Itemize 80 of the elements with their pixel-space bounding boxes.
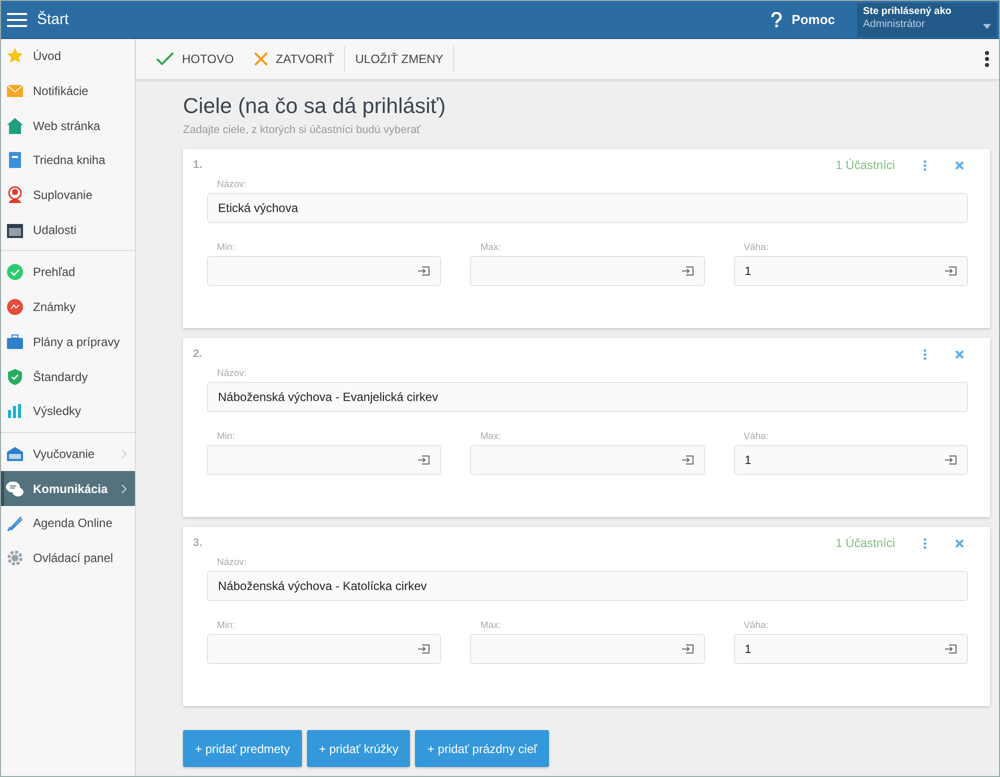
grade-circle-icon <box>6 298 24 316</box>
sidebar-item[interactable]: Výsledky <box>1 394 135 429</box>
caret-icon <box>983 24 991 28</box>
goal-number: 3. <box>193 537 202 549</box>
sidebar-item[interactable]: Prehľad <box>1 255 135 290</box>
sidebar-item[interactable]: Web stránka <box>1 108 135 144</box>
sidebar-item[interactable]: Agenda Online <box>1 506 135 541</box>
check-circle-icon <box>6 263 24 282</box>
star-icon <box>6 47 24 66</box>
done-button[interactable]: HOTOVO <box>146 43 244 75</box>
field-label: Max: <box>480 620 502 631</box>
app-title: Štart <box>37 11 69 28</box>
person-icon <box>6 186 24 204</box>
field-label: Váha: <box>744 242 770 253</box>
close-button[interactable]: ZATVORIŤ <box>244 43 344 75</box>
weight-field[interactable]: 1 <box>734 256 968 286</box>
sidebar-item[interactable]: Notifikácie <box>1 74 135 108</box>
more-options-icon[interactable] <box>985 51 989 67</box>
field-label: Min: <box>217 431 236 442</box>
notebook-icon <box>6 151 24 170</box>
enter-icon[interactable] <box>680 266 694 276</box>
field-label: Min: <box>217 242 236 253</box>
enter-icon[interactable] <box>417 455 430 465</box>
sidebar-item[interactable]: Štandardy <box>1 359 135 394</box>
max-field[interactable] <box>470 256 705 286</box>
goal-number: 1. <box>193 159 202 171</box>
field-label: Názov: <box>217 368 248 379</box>
enter-icon[interactable] <box>680 455 694 465</box>
enter-icon[interactable] <box>944 455 957 465</box>
user-dropdown[interactable]: Ste prihlásený ako Administrátor <box>857 2 997 36</box>
sidebar-item[interactable]: Úvod <box>1 39 135 74</box>
menu-icon[interactable] <box>7 12 27 28</box>
field-label: Názov: <box>217 179 248 190</box>
bar-chart-icon <box>6 402 24 420</box>
field-label: Názov: <box>217 557 248 568</box>
sidebar-item[interactable]: Plány a prípravy <box>1 324 135 360</box>
goal-number: 2. <box>193 348 202 360</box>
weight-field[interactable]: 1 <box>734 445 968 475</box>
enter-icon[interactable] <box>944 266 957 276</box>
enter-icon[interactable] <box>944 644 957 654</box>
sidebar-item[interactable]: Ovládací panel <box>1 540 135 576</box>
name-field[interactable]: Etická výchova <box>207 193 968 223</box>
pen-icon <box>6 514 24 532</box>
delete-icon[interactable] <box>955 350 964 358</box>
delete-icon[interactable] <box>955 160 964 170</box>
enter-icon[interactable] <box>417 266 430 276</box>
sidebar-item[interactable]: Vyučovanie <box>1 436 135 472</box>
weight-field[interactable]: 1 <box>734 634 968 664</box>
max-field[interactable] <box>470 445 705 475</box>
enter-icon[interactable] <box>417 644 430 654</box>
min-field[interactable] <box>207 445 442 475</box>
min-field[interactable] <box>207 634 442 664</box>
max-field[interactable] <box>470 634 705 664</box>
delete-icon[interactable] <box>955 538 964 548</box>
field-label: Max: <box>480 431 502 442</box>
page-subtitle: Zadajte ciele, z ktorých si účastníci budú vyberať <box>183 124 422 136</box>
house-icon <box>6 116 24 135</box>
shield-icon <box>6 368 24 386</box>
checkmark-icon <box>156 52 174 66</box>
name-field[interactable]: Náboženská výchova - Evanjelická cirkev <box>207 382 968 412</box>
save-button[interactable]: ULOŽIŤ ZMENY <box>345 43 454 75</box>
gear-icon <box>6 548 24 567</box>
name-field[interactable]: Náboženská výchova - Katolícka cirkev <box>207 571 968 601</box>
field-label: Min: <box>217 620 236 631</box>
field-label: Max: <box>480 242 502 253</box>
field-label: Váha: <box>744 620 770 631</box>
sidebar-item[interactable]: Suplovanie <box>1 178 135 212</box>
help-icon[interactable] <box>770 12 782 28</box>
field-label: Váha: <box>744 431 770 442</box>
sidebar-item[interactable]: Komunikácia <box>1 471 135 506</box>
help-link[interactable]: Pomoc <box>792 12 835 27</box>
sidebar-item[interactable]: Triedna kniha <box>1 143 135 178</box>
sidebar-item[interactable]: Známky <box>1 290 135 324</box>
min-field[interactable] <box>207 256 442 286</box>
close-icon <box>254 52 268 66</box>
briefcase-icon <box>6 332 24 351</box>
page-title: Ciele (na čo sa dá prihlásiť) <box>183 94 447 119</box>
chat-bubbles-icon <box>6 480 24 498</box>
sidebar-item[interactable]: Udalosti <box>1 212 135 248</box>
enter-icon[interactable] <box>680 644 694 654</box>
